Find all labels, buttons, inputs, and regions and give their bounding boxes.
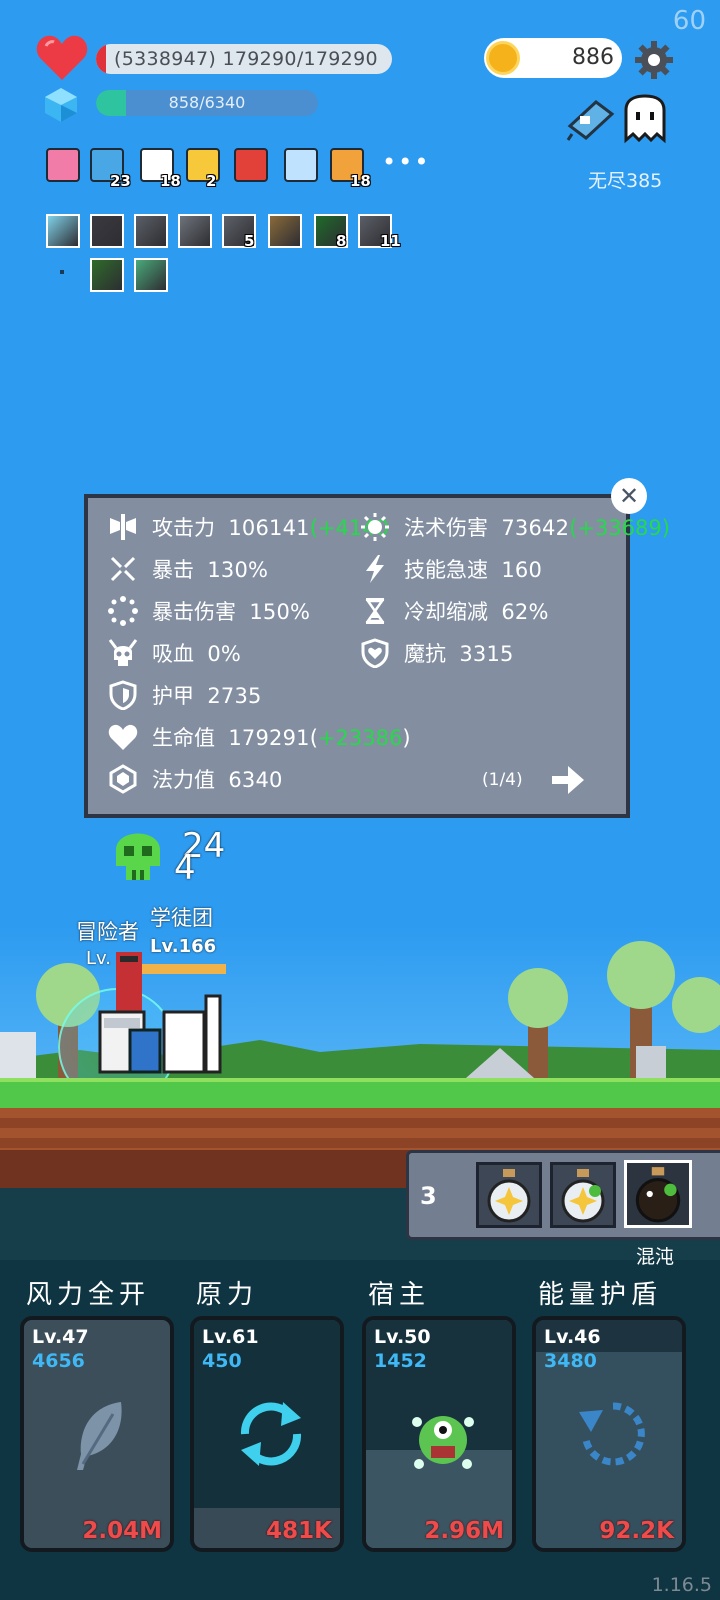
herb-icon[interactable] — [90, 258, 124, 292]
buff-count: 2 — [206, 172, 217, 190]
stat-attack: 攻击力 106141(+4140 — [152, 516, 389, 540]
magic-resist-shield-icon — [361, 638, 389, 668]
mp-bar: 858/6340 — [96, 90, 318, 116]
divider-dot — [60, 270, 64, 274]
mp-text: 858/6340 — [168, 93, 246, 112]
potion-slot[interactable] — [476, 1162, 542, 1228]
skill-card[interactable]: Lv.47 4656 2.04M — [20, 1316, 174, 1552]
hourglass-icon — [365, 598, 385, 624]
health-heart-icon — [108, 724, 138, 750]
poison-skull-icon — [116, 833, 160, 880]
next-page-arrow-icon[interactable] — [550, 764, 586, 796]
stat-magic-damage: 法术伤害 73642(+33689) — [404, 516, 670, 540]
light-orb-icon[interactable] — [46, 214, 80, 248]
equipment-count: 5 — [244, 232, 255, 250]
skill-title: 宿主 — [368, 1280, 431, 1310]
skill-cost: 3480 — [544, 1350, 597, 1372]
potion-slot[interactable] — [550, 1162, 616, 1228]
skill-card[interactable]: Lv.46 3480 92.2K — [532, 1316, 686, 1552]
armor-shield-icon — [109, 680, 137, 710]
stat-cooldown: 冷却缩减 62% — [404, 600, 549, 624]
fps-counter: 60 — [672, 6, 706, 36]
sword-icon[interactable] — [134, 214, 168, 248]
buff-count: 18 — [160, 172, 181, 190]
spirit-icon[interactable] — [134, 258, 168, 292]
dark-blade-icon[interactable] — [90, 214, 124, 248]
sun-icon — [361, 513, 389, 541]
stat-mana: 法力值 6340 — [152, 768, 283, 792]
skill-title: 能量护盾 — [538, 1280, 663, 1310]
monster-icon — [412, 1416, 474, 1469]
page-indicator: (1/4) — [482, 770, 523, 790]
buff-count: 18 — [350, 172, 371, 190]
skill-title: 风力全开 — [26, 1280, 151, 1310]
equipment-count: 8 — [336, 232, 347, 250]
refresh-icon — [240, 1402, 302, 1466]
skill-damage: 92.2K — [599, 1518, 674, 1544]
potion-count: 3 — [420, 1182, 437, 1210]
skill-level: Lv.50 — [374, 1326, 431, 1348]
skill-cost: 1452 — [374, 1350, 427, 1372]
skill-cost: 450 — [202, 1350, 242, 1372]
light-potion-icon — [561, 1169, 605, 1223]
magnifier-icon[interactable] — [284, 148, 318, 182]
damage-number: 4 — [174, 848, 196, 888]
stat-magic-resist: 魔抗 3315 — [404, 642, 514, 666]
stat-crit: 暴击 130% — [152, 558, 269, 582]
sword-icon[interactable] — [178, 214, 212, 248]
skill-damage: 481K — [266, 1518, 332, 1544]
stat-skill-haste: 技能急速 160 — [404, 558, 543, 582]
skill-title: 原力 — [196, 1280, 259, 1310]
grass-ground — [0, 1078, 720, 1108]
skill-level: Lv.47 — [32, 1326, 89, 1348]
potion-name: 混沌 — [636, 1246, 675, 1268]
endless-stage-label: 无尽385 — [588, 170, 663, 192]
boss-flag-icon[interactable] — [566, 96, 616, 142]
buff-count: 23 — [110, 172, 131, 190]
chaos-potion-icon — [635, 1167, 681, 1223]
gear-icon[interactable] — [634, 40, 674, 80]
armor-icon[interactable] — [268, 214, 302, 248]
stat-armor: 护甲 2735 — [152, 684, 262, 708]
equipment-count: 11 — [380, 232, 401, 250]
lifesteal-skull-icon — [108, 639, 138, 666]
mana-crystal-icon — [109, 764, 137, 794]
skill-card[interactable]: Lv.50 1452 2.96M — [362, 1316, 516, 1552]
stat-health: 生命值 179291(+23386) — [152, 726, 411, 750]
ally-name: 学徒团 — [150, 906, 213, 930]
coin-amount: 886 — [572, 45, 614, 70]
feather-icon — [77, 1402, 122, 1470]
skill-damage: 2.04M — [82, 1518, 162, 1544]
hp-bar: (5338947) 179290/179290 — [96, 44, 392, 74]
magnet-icon[interactable] — [234, 148, 268, 182]
hp-text: (5338947) 179290/179290 — [114, 48, 378, 70]
skill-damage: 2.96M — [424, 1518, 504, 1544]
hero-party-sprite — [98, 952, 226, 1074]
ghost-icon[interactable] — [622, 94, 668, 144]
cooldown-arrow-icon — [579, 1402, 645, 1466]
potion-slot-selected[interactable] — [624, 1160, 692, 1228]
version-label: 1.16.5 — [651, 1574, 712, 1596]
lightning-icon — [366, 555, 384, 583]
skill-level: Lv.61 — [202, 1326, 259, 1348]
coin-icon — [486, 41, 520, 75]
crit-icon — [110, 556, 136, 582]
mana-gem-icon — [45, 88, 77, 122]
skill-cost: 4656 — [32, 1350, 85, 1372]
axe-icon — [110, 514, 136, 540]
heart-icon — [36, 35, 88, 80]
crit-damage-icon — [108, 596, 138, 626]
close-button[interactable]: ✕ — [611, 478, 647, 514]
stat-crit-damage: 暴击伤害 150% — [152, 600, 311, 624]
stat-lifesteal: 吸血 0% — [152, 642, 242, 666]
skill-level: Lv.46 — [544, 1326, 601, 1348]
skill-card[interactable]: Lv.61 450 481K — [190, 1316, 344, 1552]
jam-jar-icon[interactable] — [46, 148, 80, 182]
more-buffs-button[interactable]: ••• — [382, 148, 430, 176]
light-potion-icon — [487, 1169, 531, 1223]
